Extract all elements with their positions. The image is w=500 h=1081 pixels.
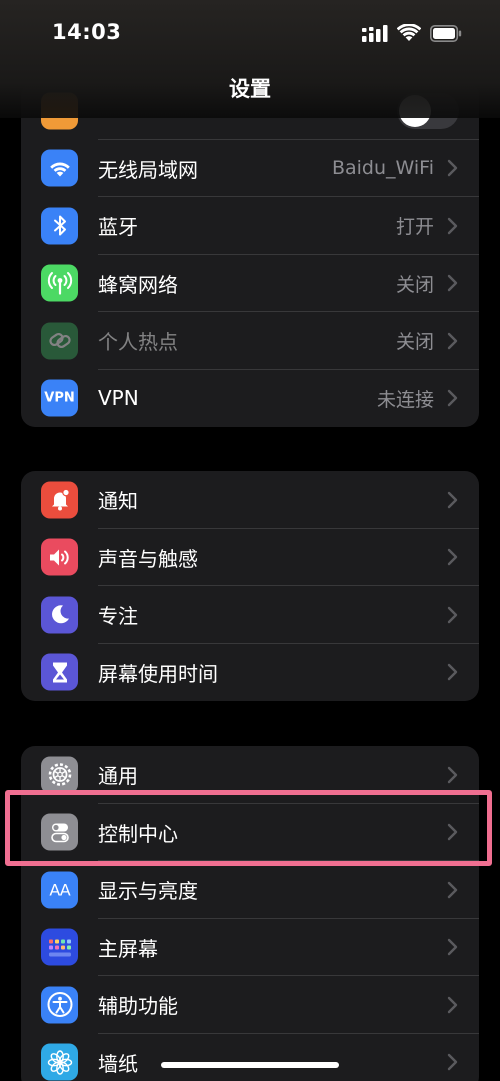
chevron-right-icon [447, 881, 458, 898]
row-value: Baidu_WiFi [331, 157, 434, 180]
row-label: 辅助功能 [98, 994, 178, 1019]
hourglass-icon [41, 653, 78, 691]
row-label: 蓝牙 [98, 215, 138, 240]
cellular-signal-icon [362, 24, 388, 42]
row-label: VPN [98, 386, 139, 411]
settings-row-focus[interactable]: 专注 [21, 586, 479, 644]
chevron-right-icon [447, 939, 458, 956]
chevron-right-icon [447, 275, 458, 292]
chevron-right-icon [447, 332, 458, 349]
vpn-icon-text: VPN [44, 390, 75, 406]
wifi-icon [397, 24, 421, 41]
gear-icon [41, 756, 78, 794]
row-value: 未连接 [376, 388, 434, 411]
wifi-icon [41, 149, 78, 187]
chevron-right-icon [447, 606, 458, 623]
status-icons [362, 24, 462, 42]
chevron-right-icon [447, 996, 458, 1013]
status-bar: 14:03 [0, 0, 500, 66]
row-label: 个人热点 [98, 330, 178, 355]
settings-row-home-screen[interactable]: 主屏幕 [21, 919, 479, 976]
speaker-icon [41, 538, 78, 576]
settings-row-display-brightness[interactable]: AA 显示与亮度 [21, 861, 479, 919]
chevron-right-icon [447, 160, 458, 177]
home-indicator[interactable] [161, 1062, 339, 1068]
row-label: 墙纸 [98, 1051, 138, 1076]
flower-icon [41, 1043, 78, 1081]
row-label: 主屏幕 [98, 936, 158, 961]
accessibility-icon [41, 986, 78, 1024]
page-title: 设置 [229, 77, 271, 101]
chevron-right-icon [447, 390, 458, 407]
row-label: 显示与亮度 [98, 879, 198, 904]
row-label: 屏幕使用时间 [98, 661, 218, 686]
row-label: 无线局域网 [98, 157, 198, 182]
nav-bar: 设置 [0, 66, 500, 118]
hotspot-link-icon [41, 322, 78, 360]
settings-group-notifications: 通知 声音与触感 专注 屏幕使用时间 [21, 471, 479, 701]
vpn-icon: VPN [41, 379, 78, 417]
chevron-right-icon [447, 664, 458, 681]
chevron-right-icon [447, 1054, 458, 1071]
chevron-right-icon [447, 217, 458, 234]
settings-row-wallpaper[interactable]: 墙纸 [21, 1034, 479, 1081]
settings-row-notifications[interactable]: 通知 [21, 471, 479, 529]
bluetooth-icon [41, 207, 78, 245]
settings-row-wifi[interactable]: 无线局域网 Baidu_WiFi [21, 140, 479, 197]
row-label: 专注 [98, 604, 138, 629]
status-time: 14:03 [52, 20, 122, 44]
text-size-icon: AA [41, 871, 78, 909]
row-label: 通知 [98, 489, 138, 514]
chevron-right-icon [447, 491, 458, 508]
chevron-right-icon [447, 549, 458, 566]
battery-icon [430, 24, 462, 42]
settings-row-hotspot[interactable]: 个人热点 关闭 [21, 312, 479, 370]
row-label: 通用 [98, 764, 138, 789]
row-value: 关闭 [395, 273, 434, 296]
settings-row-vpn[interactable]: VPN VPN 未连接 [21, 370, 479, 428]
row-value: 打开 [395, 216, 434, 239]
display-icon-text: AA [49, 880, 70, 900]
home-screen-grid-icon [41, 928, 78, 966]
moon-icon [41, 596, 78, 634]
settings-row-bluetooth[interactable]: 蓝牙 打开 [21, 197, 479, 255]
control-center-highlight-box [5, 790, 492, 866]
settings-row-cellular[interactable]: 蜂窝网络 关闭 [21, 255, 479, 312]
settings-row-sounds-haptics[interactable]: 声音与触感 [21, 529, 479, 586]
cellular-antenna-icon [41, 264, 78, 302]
chevron-right-icon [447, 766, 458, 783]
settings-row-screen-time[interactable]: 屏幕使用时间 [21, 644, 479, 702]
settings-group-connectivity: 无线局域网 Baidu_WiFi 蓝牙 打开 蜂窝网络 关闭 个人热点 关闭 V… [21, 82, 479, 427]
settings-row-accessibility[interactable]: 辅助功能 [21, 976, 479, 1034]
row-label: 蜂窝网络 [98, 272, 178, 297]
row-value: 关闭 [395, 331, 434, 354]
row-label: 声音与触感 [98, 546, 198, 571]
bell-icon [41, 481, 78, 519]
